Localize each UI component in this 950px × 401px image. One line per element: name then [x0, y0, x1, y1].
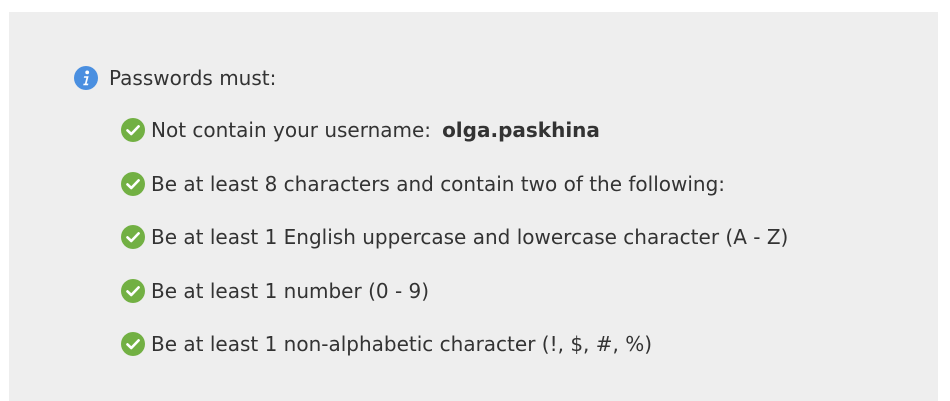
- check-circle-icon: [121, 225, 145, 249]
- rule-number-text: Be at least 1 number (0 - 9): [151, 278, 430, 303]
- password-requirements-title: Passwords must:: [109, 66, 277, 90]
- check-circle-icon: [121, 118, 145, 142]
- rule-username: Not contain your username: olga.paskhina: [121, 116, 788, 144]
- check-circle-icon: [121, 278, 145, 303]
- check-circle-icon: [121, 171, 145, 196]
- info-icon: [74, 66, 98, 90]
- rule-non-alphabetic: Be at least 1 non-alphabetic character (…: [121, 330, 788, 358]
- password-requirements-header: Passwords must:: [74, 64, 276, 92]
- password-requirements-panel: Passwords must: Not contain your usernam…: [9, 12, 938, 401]
- rule-non-alphabetic-text: Be at least 1 non-alphabetic character (…: [151, 332, 653, 356]
- rule-username-label: Not contain your username:: [151, 118, 432, 142]
- check-circle-icon: [121, 332, 145, 356]
- rule-upper-lower-text: Be at least 1 English uppercase and lowe…: [151, 225, 789, 249]
- rule-min-length: Be at least 8 characters and contain two…: [121, 170, 788, 198]
- rule-upper-lower: Be at least 1 English uppercase and lowe…: [121, 223, 788, 251]
- password-rules-list: Not contain your username: olga.paskhina…: [121, 116, 788, 358]
- rule-number: Be at least 1 number (0 - 9): [121, 277, 788, 305]
- username-value: olga.paskhina: [442, 118, 600, 142]
- rule-min-length-text: Be at least 8 characters and contain two…: [151, 171, 726, 196]
